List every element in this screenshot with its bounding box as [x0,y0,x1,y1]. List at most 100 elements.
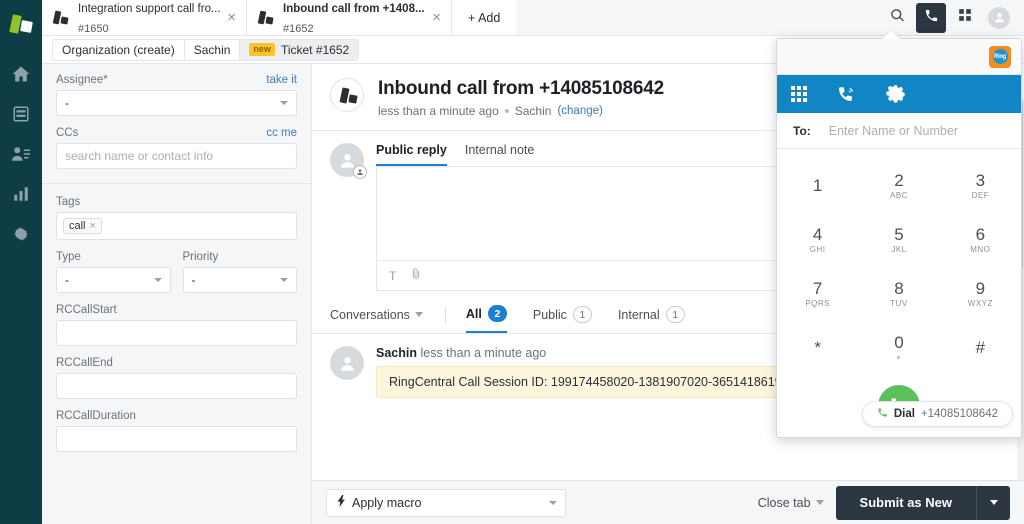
take-it-link[interactable]: take it [266,74,297,86]
assignee-value: - [65,96,69,110]
article-author: Sachin [376,346,417,360]
sidebar-item-overviews[interactable] [0,96,42,136]
breadcrumb: Organization (create) Sachin new Ticket … [52,39,359,61]
rccallduration-input[interactable] [56,426,297,452]
type-select[interactable]: - [56,267,171,293]
ringcentral-logo-icon[interactable]: Ring [989,46,1011,68]
dialpad-key-7[interactable]: 7PQRS [777,267,858,321]
chevron-down-icon [415,312,423,317]
page-title: Inbound call from +14085108642 [378,78,664,100]
user-menu-button[interactable] [984,3,1014,33]
key-number: 6 [976,226,985,244]
tab-ticket-1650[interactable]: Integration support call fro... #1650 × [42,0,247,35]
tab-title: Integration support call fro... [78,3,221,15]
breadcrumb-customer[interactable]: Sachin [184,39,240,61]
submit-as-new-button[interactable]: Submit as New [836,486,976,520]
apply-macro-select[interactable]: Apply macro [326,489,566,517]
ringcentral-dialer-popup: Ring To: Enter Name or Number [776,38,1022,438]
rccallduration-field-group: RCCallDuration [56,410,297,452]
breadcrumb-ticket[interactable]: new Ticket #1652 [239,39,359,61]
close-tab-button[interactable]: Close tab [758,496,824,510]
tab-close-icon[interactable]: × [227,9,236,26]
tag-chip[interactable]: call × [63,218,102,234]
avatar [330,346,364,380]
dialpad-icon[interactable] [791,86,807,102]
tab-close-icon[interactable]: × [432,9,441,26]
tab-ticket-1652[interactable]: Inbound call from +1408... #1652 × [247,0,452,35]
sidebar-item-customers[interactable] [0,136,42,176]
breadcrumb-organization[interactable]: Organization (create) [52,39,184,61]
dialer-to-row: To: Enter Name or Number [777,113,1021,149]
rccallstart-field-group: RCCallStart [56,304,297,346]
dialpad-key-5[interactable]: 5JKL [858,213,939,267]
cc-me-link[interactable]: cc me [266,127,297,139]
sidebar-item-reporting[interactable] [0,176,42,216]
type-value: - [65,273,69,287]
type-field-group: Type - [56,251,171,293]
key-number: 7 [813,280,822,298]
tab-public-reply[interactable]: Public reply [376,143,447,166]
conversations-selector[interactable]: Conversations [330,308,423,331]
settings-gear-icon[interactable] [886,85,905,104]
tab-internal-note[interactable]: Internal note [465,143,535,166]
tags-input[interactable]: call × [56,212,297,240]
apps-grid-icon [958,8,972,27]
dialpad-key-8[interactable]: 8TUV [858,267,939,321]
rccallstart-input[interactable] [56,320,297,346]
rccallend-input[interactable] [56,373,297,399]
rccallend-label: RCCallEnd [56,357,113,369]
dialpad-key-1[interactable]: 1 [777,159,858,213]
dialer-to-input[interactable]: Enter Name or Number [829,124,958,138]
app-window: Integration support call fro... #1650 × … [0,0,1024,524]
tag-remove-icon[interactable]: × [90,220,96,232]
zammad-logo[interactable] [6,12,36,42]
submit-options-button[interactable] [976,486,1010,520]
key-number: 0 [894,334,903,352]
key-letters: WXYZ [968,299,993,308]
text-format-icon[interactable]: T [389,269,396,283]
phone-icon [877,405,888,423]
phone-calls-icon[interactable] [837,85,856,104]
dialer-pointer-arrow [882,30,900,39]
chevron-down-icon [280,101,288,105]
dialpad-key-hash[interactable]: # [940,321,1021,375]
add-tab-button[interactable]: + Add [452,0,516,35]
dial-number-pill[interactable]: Dial +14085108642 [862,401,1013,427]
change-customer-link[interactable]: (change) [557,105,602,117]
filter-public-count: 1 [573,306,592,323]
dialpad-key-2[interactable]: 2ABC [858,159,939,213]
search-button[interactable] [882,3,912,33]
dialpad-key-4[interactable]: 4GHI [777,213,858,267]
left-nav-rail [0,0,42,524]
chevron-down-icon [280,278,288,282]
dialpad-key-6[interactable]: 6MNO [940,213,1021,267]
type-priority-row: Type - Priority - [56,251,297,304]
apps-button[interactable] [950,3,980,33]
dial-number: +14085108642 [921,408,998,420]
dialpad-key-star[interactable]: * [777,321,858,375]
sidebar-item-home[interactable] [0,56,42,96]
close-tab-label: Close tab [758,496,811,510]
sidebar-item-settings[interactable] [0,216,42,256]
filter-public[interactable]: Public 1 [533,306,592,332]
dialpad-key-9[interactable]: 9WXYZ [940,267,1021,321]
dialpad-key-3[interactable]: 3DEF [940,159,1021,213]
attachment-paperclip-icon[interactable] [410,267,422,285]
dialer-nav-bar [777,75,1021,113]
phone-dialer-button[interactable] [916,3,946,33]
assignee-field-group: Assignee* take it - [56,74,297,116]
dialpad-key-0[interactable]: 0+ [858,321,939,375]
header-icon-group [882,0,1024,35]
ccs-input[interactable]: search name or contact info [56,143,297,169]
key-letters: PQRS [805,299,830,308]
priority-select[interactable]: - [183,267,298,293]
filter-all-label: All [466,307,482,321]
key-letters: DEF [972,191,990,200]
filter-internal[interactable]: Internal 1 [618,306,685,332]
assignee-select[interactable]: - [56,90,297,116]
phone-icon [924,8,939,28]
tab-bar-spacer [516,0,882,35]
chevron-down-icon [154,278,162,282]
filter-all[interactable]: All 2 [466,305,507,333]
key-number: 8 [894,280,903,298]
